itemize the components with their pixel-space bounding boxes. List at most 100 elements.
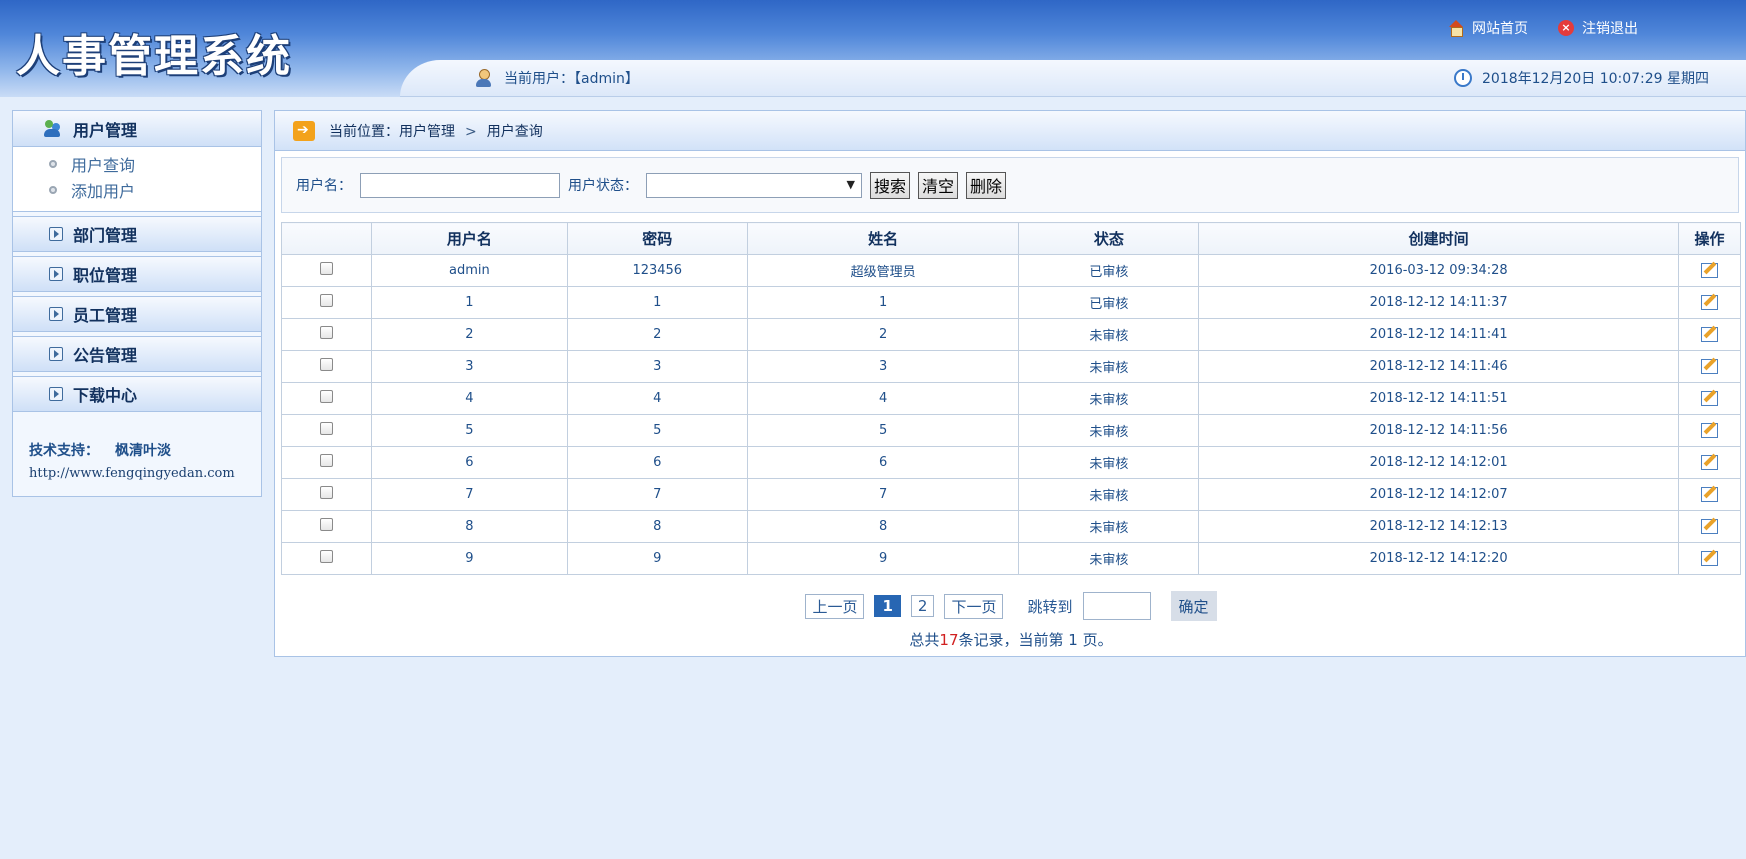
cell-status: 未审核	[1018, 414, 1200, 447]
sidebar-section-notices[interactable]: 公告管理	[13, 336, 261, 372]
clear-button[interactable]: 清空	[918, 171, 959, 199]
home-link-label: 网站首页	[1472, 21, 1528, 37]
cell-name: 3	[746, 350, 1020, 383]
search-button[interactable]: 搜索	[870, 171, 911, 199]
row-checkbox[interactable]	[319, 294, 333, 307]
current-user: 当前用户：【admin】	[474, 68, 639, 88]
cell-name: 9	[746, 542, 1020, 575]
prev-page-button[interactable]: 上一页	[805, 593, 865, 619]
table-row: admin 123456 超级管理员 已审核 2016-03-12 09:34:…	[281, 254, 1741, 287]
row-checkbox[interactable]	[319, 326, 333, 339]
edit-icon[interactable]	[1700, 420, 1720, 438]
status-select[interactable]	[646, 172, 862, 198]
users-icon	[43, 119, 63, 139]
sidebar-section-label: 用户管理	[73, 120, 138, 140]
cell-name: 8	[746, 510, 1020, 543]
delete-button[interactable]: 删除	[966, 171, 1007, 199]
tech-support-url[interactable]: http://www.fengqingyedan.com	[29, 466, 261, 481]
next-page-button[interactable]: 下一页	[944, 593, 1004, 619]
status-label: 用户状态：	[568, 178, 638, 194]
cell-created: 2018-12-12 14:11:46	[1198, 350, 1679, 383]
breadcrumb-level1[interactable]: 用户管理	[399, 124, 455, 140]
cell-username: 9	[370, 542, 568, 575]
logout-link[interactable]: × 注销退出	[1558, 18, 1638, 38]
sidebar-section-label: 公告管理	[73, 346, 138, 365]
row-checkbox[interactable]	[319, 262, 333, 275]
edit-icon[interactable]	[1700, 548, 1720, 566]
cell-password: 123456	[566, 254, 748, 287]
row-checkbox[interactable]	[319, 422, 333, 435]
cell-status: 未审核	[1018, 510, 1200, 543]
tech-support-line: 技术支持： 枫清叶淡	[29, 440, 261, 460]
cell-created: 2018-12-12 14:12:13	[1198, 510, 1679, 543]
cell-status: 未审核	[1018, 478, 1200, 511]
edit-icon[interactable]	[1700, 356, 1720, 374]
edit-icon[interactable]	[1700, 484, 1720, 502]
cell-name: 6	[746, 446, 1020, 479]
sidebar-section-label: 职位管理	[73, 266, 138, 285]
header-actions: 操作	[1678, 222, 1741, 255]
row-action-cell	[1678, 350, 1741, 383]
edit-icon[interactable]	[1700, 260, 1720, 278]
sidebar-item-label: 用户查询	[71, 156, 136, 175]
sidebar: 用户管理 用户查询 添加用户 部门管理 职位管理 员工管理 公告管理 下载中心 …	[12, 110, 262, 497]
total-suffix: 条记录，当前第 1 页。	[958, 631, 1113, 649]
cell-username: 2	[370, 318, 568, 351]
logout-link-label: 注销退出	[1582, 21, 1638, 37]
row-checkbox[interactable]	[319, 550, 333, 563]
row-checkbox-cell	[281, 446, 372, 479]
sidebar-section-positions[interactable]: 职位管理	[13, 256, 261, 292]
row-checkbox[interactable]	[319, 454, 333, 467]
cell-password: 4	[566, 382, 748, 415]
cell-status: 已审核	[1018, 286, 1200, 319]
edit-icon[interactable]	[1700, 388, 1720, 406]
total-records: 总共17条记录，当前第 1 页。	[275, 629, 1746, 650]
sidebar-section-employees[interactable]: 员工管理	[13, 296, 261, 332]
row-checkbox-cell	[281, 478, 372, 511]
sidebar-section-users[interactable]: 用户管理	[13, 111, 261, 147]
row-checkbox[interactable]	[319, 390, 333, 403]
jump-page-input[interactable]	[1082, 592, 1151, 620]
page-2-button[interactable]: 2	[910, 595, 935, 617]
sidebar-section-departments[interactable]: 部门管理	[13, 216, 261, 252]
home-link[interactable]: 网站首页	[1448, 18, 1528, 38]
edit-icon[interactable]	[1700, 292, 1720, 310]
home-icon	[1448, 20, 1464, 37]
expand-icon	[49, 267, 63, 281]
user-icon	[474, 68, 494, 88]
username-input[interactable]	[360, 172, 560, 198]
confirm-jump-button[interactable]: 确定	[1170, 591, 1217, 621]
edit-icon[interactable]	[1700, 324, 1720, 342]
row-action-cell	[1678, 318, 1741, 351]
header-username: 用户名	[370, 222, 568, 255]
row-checkbox[interactable]	[319, 358, 333, 371]
cell-created: 2018-12-12 14:11:37	[1198, 286, 1679, 319]
row-action-cell	[1678, 286, 1741, 319]
sidebar-sub-list: 用户查询 添加用户	[13, 147, 261, 212]
sidebar-item-add-user[interactable]: 添加用户	[49, 177, 261, 203]
row-checkbox[interactable]	[319, 486, 333, 499]
row-checkbox-cell	[281, 286, 372, 319]
cell-name: 5	[746, 414, 1020, 447]
username-label: 用户名：	[296, 178, 352, 194]
table-row: 1 1 1 已审核 2018-12-12 14:11:37	[281, 286, 1741, 319]
edit-icon[interactable]	[1700, 516, 1720, 534]
cell-name: 4	[746, 382, 1020, 415]
edit-icon[interactable]	[1700, 452, 1720, 470]
breadcrumb-text: 当前位置：用户管理 > 用户查询	[329, 121, 543, 141]
sidebar-item-label: 添加用户	[71, 182, 136, 201]
page-1-button[interactable]: 1	[874, 595, 901, 617]
row-checkbox[interactable]	[319, 518, 333, 531]
total-count: 17	[939, 631, 959, 649]
cell-name: 7	[746, 478, 1020, 511]
sidebar-section-downloads[interactable]: 下载中心	[13, 376, 261, 412]
cell-created: 2018-12-12 14:12:01	[1198, 446, 1679, 479]
table-row: 5 5 5 未审核 2018-12-12 14:11:56	[281, 414, 1741, 447]
cell-status: 已审核	[1018, 254, 1200, 287]
cell-created: 2018-12-12 14:12:07	[1198, 478, 1679, 511]
header-status: 状态	[1018, 222, 1200, 255]
row-checkbox-cell	[281, 382, 372, 415]
sidebar-item-user-query[interactable]: 用户查询	[49, 151, 261, 177]
cell-username: 3	[370, 350, 568, 383]
cell-username: 1	[370, 286, 568, 319]
